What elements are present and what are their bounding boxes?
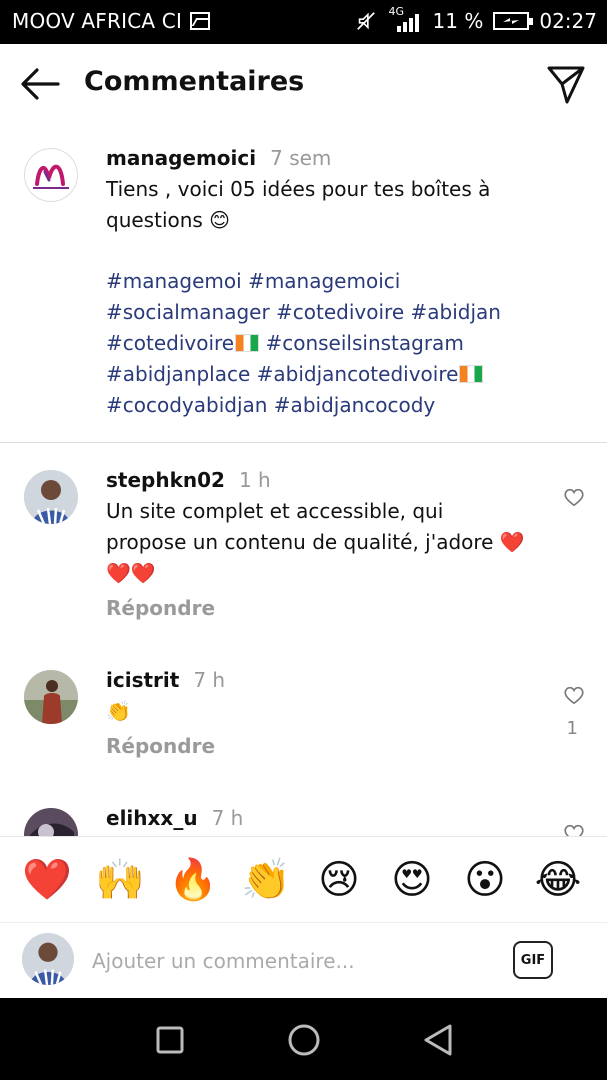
emoji-reaction-bar: ❤️ 🙌 🔥 👏 😢 😍 😮 😂 [0,836,607,922]
battery-percent: 11 % [432,9,484,33]
comment-text: 👏 [106,699,131,723]
hashtag-line[interactable]: #abidjanplace #abidjancotedivoire [106,359,546,390]
send-icon[interactable] [543,62,587,106]
username[interactable]: stephkn02 [106,468,225,492]
recent-apps-icon[interactable] [150,1020,190,1060]
timestamp: 1 h [238,468,271,492]
clapping-emoji-button[interactable]: 👏 [241,855,291,905]
avatar [22,933,74,985]
cote-divoire-flag-icon [459,365,484,383]
clock: 02:27 [539,9,597,33]
hashtag-line[interactable]: #cocodyabidjan #abidjancocody [106,390,546,421]
avatar[interactable] [24,148,78,202]
hashtag[interactable]: #cotedivoire [106,331,234,355]
avatar[interactable] [24,670,78,724]
comment-text: Un site complet et accessible, qui propo… [106,499,525,585]
status-bar: MOOV AFRICA CI 4G 11 % 02:27 [0,0,607,44]
post-caption: managemoici 7 sem Tiens , voici 05 idées… [0,124,607,444]
comment-meta: elihxx_u 7 h [106,806,243,830]
image-icon [190,12,211,30]
reply-button[interactable]: Répondre [106,734,215,758]
comment-meta: stephkn02 1 h [106,468,271,492]
signal-icon: 4G [387,5,423,33]
surprised-emoji-button[interactable]: 😮 [460,855,510,905]
avatar[interactable] [24,470,78,524]
raising-hands-emoji-button[interactable]: 🙌 [95,855,145,905]
username[interactable]: managemoici [106,146,256,170]
gif-button[interactable]: GIF [513,941,553,979]
heart-eyes-emoji-button[interactable]: 😍 [387,855,437,905]
timestamp: 7 sem [270,146,332,170]
home-icon[interactable] [284,1020,324,1060]
avatar[interactable] [24,808,78,836]
timestamp: 7 h [211,806,244,830]
hashtag[interactable]: #abidjanplace #abidjancotedivoire [106,362,458,386]
comment-input[interactable] [92,943,492,979]
username[interactable]: icistrit [106,668,179,692]
crying-emoji-button[interactable]: 😢 [314,855,364,905]
hashtags: #managemoi #managemoici #socialmanager #… [106,266,546,421]
reply-button[interactable]: Répondre [106,596,215,620]
caption-text: Tiens , voici 05 idées pour tes boîtes à… [106,177,491,232]
mute-icon [356,12,375,30]
header: Commentaires [0,44,607,124]
fire-emoji-button[interactable]: 🔥 [168,855,218,905]
hashtag-line[interactable]: #socialmanager #cotedivoire #abidjan [106,297,546,328]
back-arrow-icon[interactable] [18,64,62,104]
divider [0,442,607,443]
comments-list[interactable]: managemoici 7 sem Tiens , voici 05 idées… [0,124,607,836]
heart-icon[interactable] [563,822,585,836]
timestamp: 7 h [193,668,226,692]
caption-meta: managemoici 7 sem [106,146,331,170]
hashtag-line[interactable]: #managemoi #managemoici [106,266,546,297]
username[interactable]: elihxx_u [106,806,198,830]
system-nav-bar [0,998,607,1080]
heart-emoji-button[interactable]: ❤️ [22,855,72,905]
cote-divoire-flag-icon [235,334,260,352]
brand-logo [33,164,69,189]
back-icon[interactable] [418,1020,458,1060]
comment-composer: GIF [0,922,607,998]
like-count[interactable]: 1 [567,718,578,739]
laughing-emoji-button[interactable]: 😂 [533,855,583,905]
hashtag-line[interactable]: #cotedivoire #conseilsinstagram [106,328,546,359]
battery-charging-icon [493,12,534,30]
hashtag[interactable]: #conseilsinstagram [265,331,463,355]
comment-meta: icistrit 7 h [106,668,225,692]
heart-icon[interactable] [563,684,585,706]
carrier-name: MOOV AFRICA CI [12,9,183,33]
page-title: Commentaires [84,66,305,97]
heart-icon[interactable] [563,486,585,508]
